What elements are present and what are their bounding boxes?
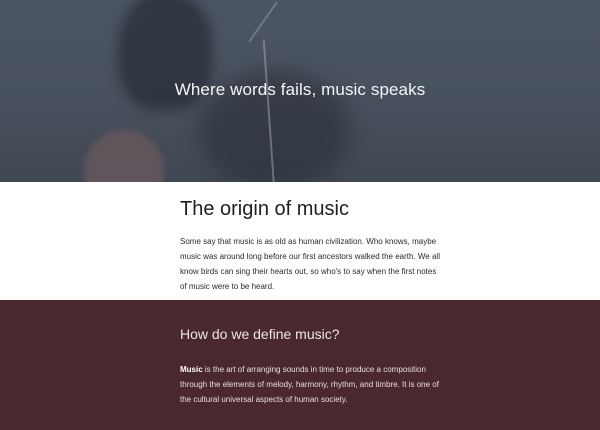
define-paragraph: Music is the art of arranging sounds in … (180, 362, 445, 407)
define-section: How do we define music? Music is the art… (0, 300, 600, 430)
hero-banner: Where words fails, music speaks (0, 0, 600, 182)
origin-section: The origin of music Some say that music … (0, 182, 600, 300)
origin-heading: The origin of music (180, 198, 349, 220)
define-heading: How do we define music? (180, 326, 340, 342)
define-body: is the art of arranging sounds in time t… (180, 365, 439, 404)
origin-paragraph: Some say that music is as old as human c… (180, 237, 440, 291)
hero-title: Where words fails, music speaks (174, 80, 426, 99)
define-term: Music (180, 365, 203, 374)
